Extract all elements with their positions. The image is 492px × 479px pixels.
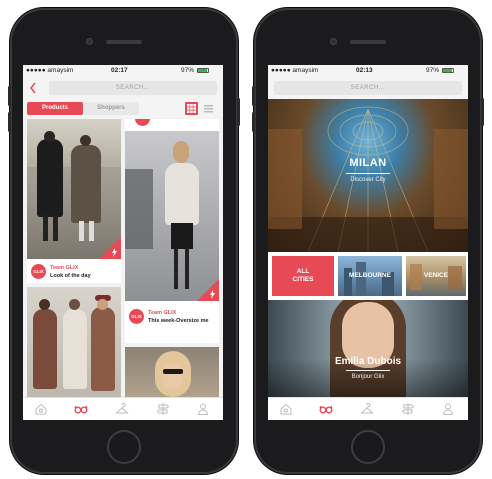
hero-subtitle: Discover City — [350, 177, 386, 183]
glasses-icon[interactable] — [319, 402, 333, 416]
person-figure — [91, 307, 115, 391]
signpost-icon[interactable] — [401, 402, 415, 416]
post-card[interactable] — [125, 347, 219, 398]
all-cities-button[interactable]: ALL CITIES — [272, 256, 334, 296]
home-button[interactable] — [351, 430, 385, 464]
glasses-icon[interactable] — [74, 402, 88, 416]
person-figure — [37, 139, 63, 217]
hero-divider — [346, 173, 390, 174]
featured-shopper-name: Emilia Dubois — [334, 356, 402, 367]
featured-shopper-subtitle: Bonjour Glix — [351, 374, 385, 380]
bolt-icon — [112, 248, 117, 257]
person-figure — [63, 309, 87, 389]
segment-bar: Products Shoppers — [23, 99, 223, 117]
clock: 02:13 — [356, 67, 373, 74]
author-avatar[interactable]: GLIX — [129, 309, 144, 324]
bottom-tab-bar — [268, 397, 468, 420]
battery-label: 97% — [426, 67, 440, 74]
power-button — [481, 98, 484, 126]
post-caption: Look of the day — [50, 273, 91, 279]
hero-city-banner[interactable]: MILAN Discover City — [268, 99, 468, 252]
sunglasses — [163, 369, 183, 374]
featured-shopper-card[interactable]: Emilia Dubois Bonjour Glix — [268, 300, 468, 398]
volume-button — [252, 86, 255, 106]
person-figure — [71, 145, 101, 223]
hanger-icon[interactable] — [115, 402, 129, 416]
home-icon[interactable] — [279, 402, 293, 416]
author-name[interactable]: Team GLIX — [148, 310, 176, 316]
hero-city-name: MILAN — [349, 157, 387, 169]
power-button — [237, 98, 240, 126]
battery-label: 97% — [181, 67, 195, 74]
volume-button — [8, 86, 11, 106]
post-photo — [27, 287, 121, 397]
header: SEARCH... — [23, 77, 223, 99]
home-icon[interactable] — [34, 402, 48, 416]
chevron-left-icon[interactable] — [29, 82, 37, 94]
post-card[interactable]: GLIX Team GLIX This week-Oversize me — [125, 119, 219, 343]
search-input[interactable]: SEARCH... — [274, 81, 462, 95]
post-caption: This week-Oversize me — [148, 318, 209, 324]
battery-icon — [442, 68, 454, 73]
all-cities-label: ALL CITIES — [292, 268, 314, 283]
profile-icon[interactable] — [441, 402, 455, 416]
earpiece-speaker — [350, 40, 386, 44]
city-tile-venice[interactable]: VENICE — [406, 256, 466, 296]
front-camera — [86, 38, 93, 45]
tab-shoppers-label: Shoppers — [97, 105, 125, 111]
author-avatar[interactable]: GLIX — [31, 264, 46, 279]
home-button[interactable] — [107, 430, 141, 464]
post-photo — [125, 131, 219, 301]
profile-icon[interactable] — [196, 402, 210, 416]
volume-button — [252, 112, 255, 132]
right-phone: ●●●●● amaysim 02:13 97% SEARCH... MILAN — [252, 8, 484, 474]
volume-button — [8, 112, 11, 132]
product-feed: GLIX Team GLIX Look of the day GLIX Team… — [23, 117, 223, 398]
carrier-label: ●●●●● amaysim — [271, 67, 319, 74]
hanger-icon[interactable] — [360, 402, 374, 416]
front-camera — [330, 38, 337, 45]
post-card[interactable]: GLIX Team GLIX Look of the day — [27, 119, 121, 283]
bolt-icon — [210, 290, 215, 299]
person-figure — [165, 163, 199, 225]
earpiece-speaker — [106, 40, 142, 44]
tab-products[interactable]: Products — [27, 102, 83, 115]
signpost-icon[interactable] — [156, 402, 170, 416]
carrier-label: ●●●●● amaysim — [26, 67, 74, 74]
featured-divider — [346, 370, 390, 371]
post-card[interactable] — [27, 287, 121, 397]
tab-products-label: Products — [41, 105, 68, 111]
bottom-tab-bar — [23, 397, 223, 420]
city-tile-venice-label: VENICE — [423, 272, 449, 279]
battery-icon — [197, 68, 209, 73]
status-bar: ●●●●● amaysim 02:13 97% — [268, 65, 468, 77]
tab-shoppers[interactable]: Shoppers — [83, 102, 139, 115]
post-photo — [125, 347, 219, 398]
left-screen: ●●●●● amaysim 02:17 97% SEARCH... Produc… — [23, 65, 223, 420]
right-screen: ●●●●● amaysim 02:13 97% SEARCH... MILAN — [268, 65, 468, 420]
search-input[interactable]: SEARCH... — [49, 81, 217, 95]
person-figure — [33, 309, 57, 389]
status-bar: ●●●●● amaysim 02:17 97% — [23, 65, 223, 77]
header: SEARCH... — [268, 77, 468, 99]
city-tile-melbourne[interactable]: MELBOURNE — [338, 256, 402, 296]
city-tile-melbourne-label: MELBOURNE — [349, 272, 391, 279]
list-view-icon[interactable] — [202, 102, 215, 115]
left-phone: ●●●●● amaysim 02:17 97% SEARCH... Produc… — [8, 8, 240, 474]
grid-view-icon[interactable] — [185, 102, 198, 115]
clock: 02:17 — [111, 67, 128, 74]
galleria-dome — [268, 106, 468, 252]
author-name[interactable]: Team GLIX — [50, 265, 78, 271]
